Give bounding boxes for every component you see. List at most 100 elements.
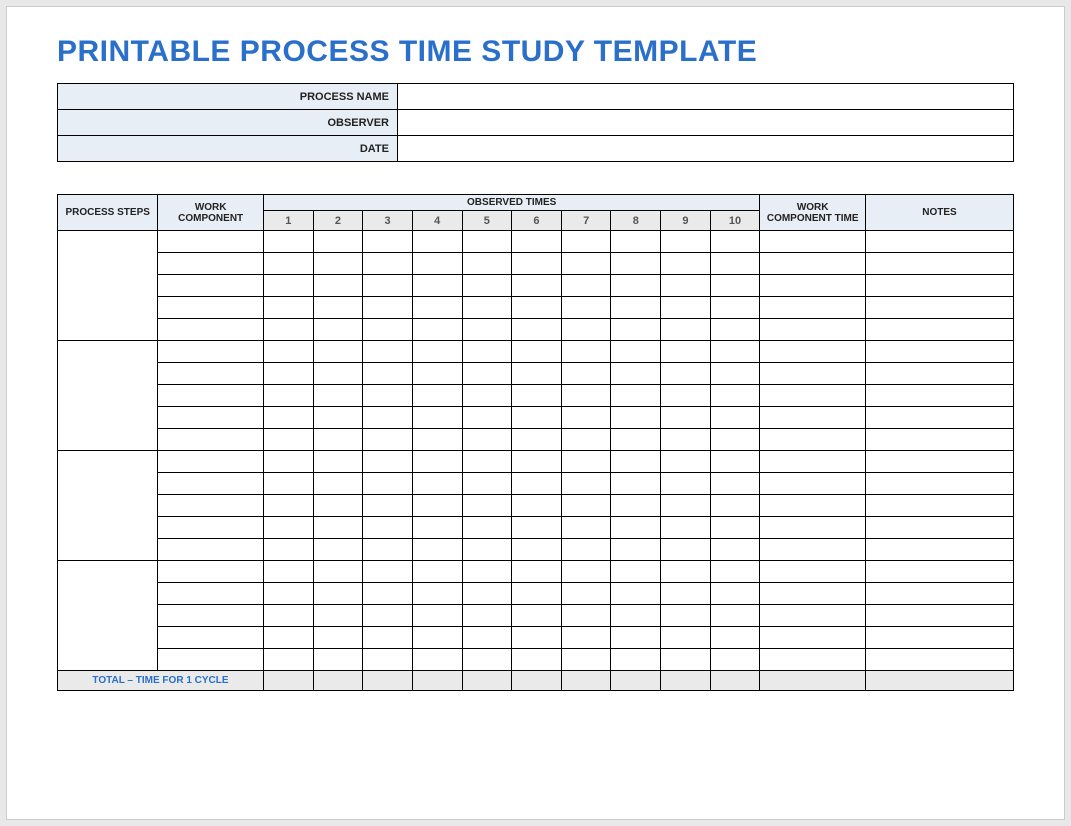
obs-cell[interactable] [512, 275, 562, 297]
obs-cell[interactable] [412, 473, 462, 495]
obs-cell[interactable] [512, 253, 562, 275]
obs-cell[interactable] [611, 385, 661, 407]
obs-cell[interactable] [561, 253, 611, 275]
notes-cell[interactable] [866, 561, 1014, 583]
obs-cell[interactable] [462, 363, 512, 385]
obs-cell[interactable] [462, 319, 512, 341]
work-component-cell[interactable] [158, 561, 264, 583]
obs-cell[interactable] [661, 429, 711, 451]
obs-cell[interactable] [313, 451, 363, 473]
obs-cell[interactable] [710, 429, 760, 451]
notes-cell[interactable] [866, 275, 1014, 297]
observer-value[interactable] [398, 110, 1014, 136]
work-component-time-cell[interactable] [760, 473, 866, 495]
obs-cell[interactable] [661, 539, 711, 561]
obs-cell[interactable] [561, 495, 611, 517]
obs-cell[interactable] [710, 517, 760, 539]
obs-cell[interactable] [512, 385, 562, 407]
obs-cell[interactable] [512, 341, 562, 363]
obs-cell[interactable] [661, 407, 711, 429]
obs-cell[interactable] [462, 231, 512, 253]
obs-cell[interactable] [412, 407, 462, 429]
notes-cell[interactable] [866, 319, 1014, 341]
obs-cell[interactable] [611, 341, 661, 363]
obs-cell[interactable] [412, 253, 462, 275]
obs-cell[interactable] [611, 649, 661, 671]
obs-cell[interactable] [512, 605, 562, 627]
obs-cell[interactable] [263, 429, 313, 451]
obs-cell[interactable] [512, 297, 562, 319]
obs-cell[interactable] [561, 407, 611, 429]
obs-cell[interactable] [363, 429, 413, 451]
obs-cell[interactable] [263, 363, 313, 385]
obs-cell[interactable] [710, 275, 760, 297]
process-name-value[interactable] [398, 84, 1014, 110]
obs-cell[interactable] [313, 473, 363, 495]
obs-cell[interactable] [710, 297, 760, 319]
obs-cell[interactable] [412, 583, 462, 605]
work-component-cell[interactable] [158, 473, 264, 495]
obs-cell[interactable] [561, 385, 611, 407]
obs-cell[interactable] [363, 341, 413, 363]
obs-cell[interactable] [611, 605, 661, 627]
obs-cell[interactable] [710, 473, 760, 495]
notes-cell[interactable] [866, 429, 1014, 451]
obs-cell[interactable] [561, 517, 611, 539]
obs-cell[interactable] [611, 231, 661, 253]
obs-cell[interactable] [710, 253, 760, 275]
obs-cell[interactable] [661, 627, 711, 649]
work-component-cell[interactable] [158, 495, 264, 517]
work-component-time-cell[interactable] [760, 649, 866, 671]
obs-cell[interactable] [710, 649, 760, 671]
obs-cell[interactable] [263, 473, 313, 495]
obs-cell[interactable] [561, 363, 611, 385]
obs-cell[interactable] [710, 605, 760, 627]
obs-cell[interactable] [412, 561, 462, 583]
obs-cell[interactable] [363, 561, 413, 583]
obs-cell[interactable] [263, 451, 313, 473]
work-component-time-cell[interactable] [760, 231, 866, 253]
notes-cell[interactable] [866, 407, 1014, 429]
obs-cell[interactable] [313, 517, 363, 539]
obs-cell[interactable] [313, 539, 363, 561]
obs-cell[interactable] [512, 429, 562, 451]
obs-cell[interactable] [512, 231, 562, 253]
obs-cell[interactable] [710, 363, 760, 385]
obs-cell[interactable] [363, 583, 413, 605]
obs-cell[interactable] [710, 407, 760, 429]
obs-cell[interactable] [363, 517, 413, 539]
obs-cell[interactable] [611, 319, 661, 341]
obs-cell[interactable] [462, 451, 512, 473]
work-component-cell[interactable] [158, 275, 264, 297]
work-component-cell[interactable] [158, 407, 264, 429]
obs-cell[interactable] [611, 495, 661, 517]
notes-cell[interactable] [866, 253, 1014, 275]
obs-cell[interactable] [561, 561, 611, 583]
notes-cell[interactable] [866, 363, 1014, 385]
obs-cell[interactable] [462, 341, 512, 363]
notes-cell[interactable] [866, 385, 1014, 407]
obs-cell[interactable] [561, 429, 611, 451]
obs-cell[interactable] [710, 583, 760, 605]
obs-cell[interactable] [412, 451, 462, 473]
work-component-cell[interactable] [158, 297, 264, 319]
notes-cell[interactable] [866, 627, 1014, 649]
work-component-time-cell[interactable] [760, 407, 866, 429]
obs-cell[interactable] [512, 561, 562, 583]
obs-cell[interactable] [462, 539, 512, 561]
work-component-time-cell[interactable] [760, 341, 866, 363]
work-component-cell[interactable] [158, 385, 264, 407]
obs-cell[interactable] [512, 473, 562, 495]
notes-cell[interactable] [866, 231, 1014, 253]
work-component-cell[interactable] [158, 363, 264, 385]
obs-cell[interactable] [313, 407, 363, 429]
work-component-time-cell[interactable] [760, 385, 866, 407]
obs-cell[interactable] [412, 649, 462, 671]
obs-cell[interactable] [512, 539, 562, 561]
obs-cell[interactable] [710, 341, 760, 363]
obs-cell[interactable] [412, 231, 462, 253]
obs-cell[interactable] [263, 341, 313, 363]
obs-cell[interactable] [263, 605, 313, 627]
work-component-cell[interactable] [158, 605, 264, 627]
obs-cell[interactable] [611, 363, 661, 385]
